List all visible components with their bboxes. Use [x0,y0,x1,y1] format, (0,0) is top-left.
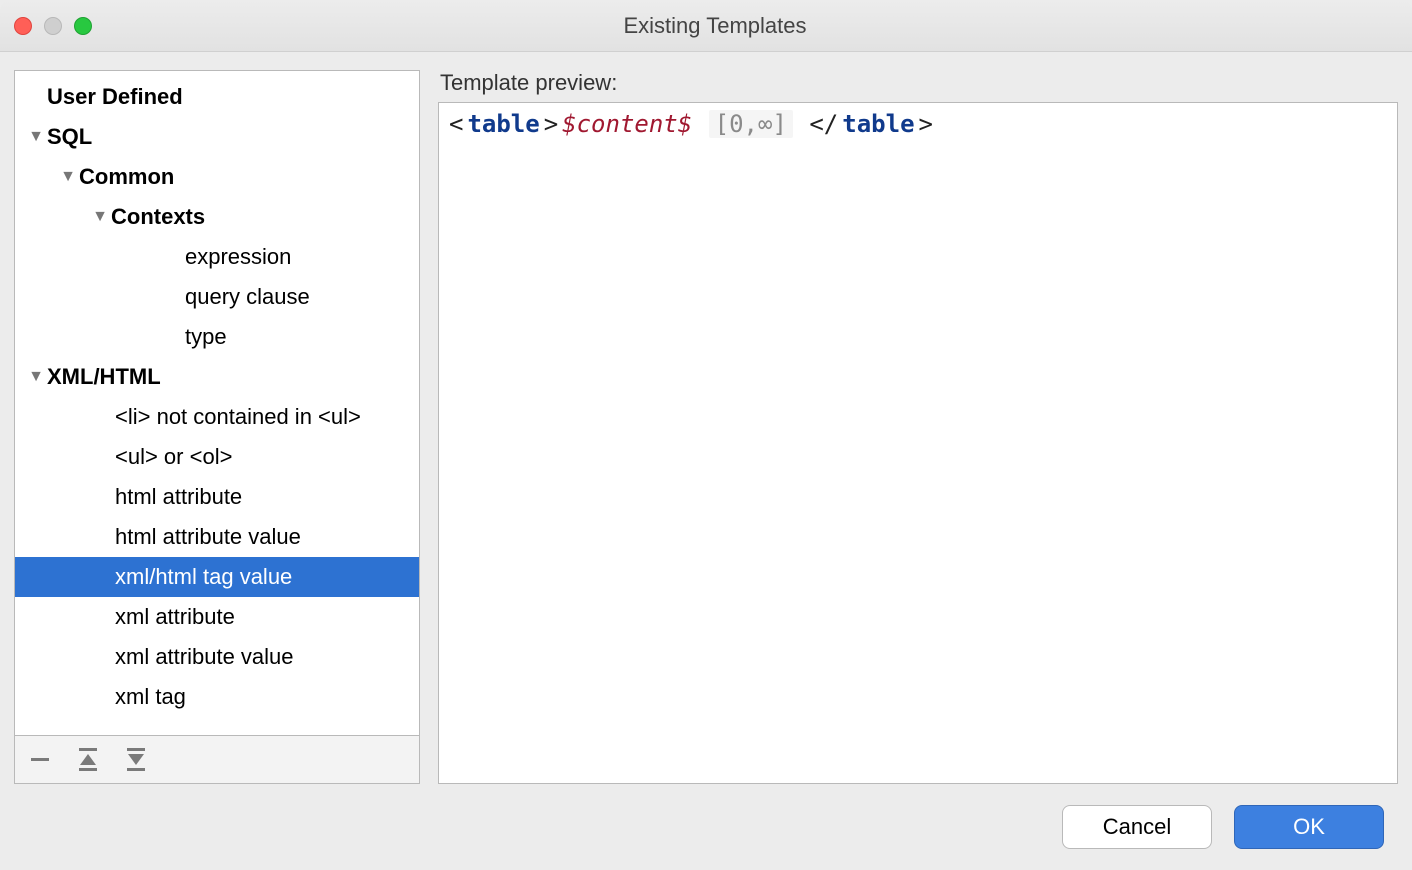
tree-label: xml attribute value [115,644,294,670]
remove-icon[interactable] [29,749,51,771]
expand-all-icon[interactable] [77,748,99,772]
tree-item-ul-or-ol[interactable]: <ul> or <ol> [15,437,419,477]
tree-label: expression [185,244,291,270]
tree-label: html attribute [115,484,242,510]
chevron-down-icon[interactable]: ▼ [25,368,47,386]
tree-item-xml-tag[interactable]: xml tag [15,677,419,717]
tree-item-expression[interactable]: expression [15,237,419,277]
dialog-footer: Cancel OK [0,784,1412,870]
tree-item-sql[interactable]: ▼ SQL [15,117,419,157]
tree-item-html-attribute[interactable]: html attribute [15,477,419,517]
tree-label: Common [79,164,174,190]
tree-item-user-defined[interactable]: User Defined [15,77,419,117]
preview-label: Template preview: [438,70,1398,96]
tree-label: html attribute value [115,524,301,550]
template-tree[interactable]: User Defined ▼ SQL ▼ Common ▼ Contexts [14,70,420,736]
chevron-down-icon[interactable]: ▼ [57,168,79,186]
chevron-down-icon[interactable]: ▼ [25,128,47,146]
tree-item-query-clause[interactable]: query clause [15,277,419,317]
preview-variable: $content$ [560,110,694,138]
tree-item-xmlhtml[interactable]: ▼ XML/HTML [15,357,419,397]
tree-label: Contexts [111,204,205,230]
preview-box: <table>$content$ [0,∞] </table> [438,102,1398,784]
dialog-window: Existing Templates User Defined ▼ SQL ▼ [0,0,1412,870]
tree-item-xml-attribute-value[interactable]: xml attribute value [15,637,419,677]
tree-item-xml-attribute[interactable]: xml attribute [15,597,419,637]
preview-open-tag: table [465,110,541,138]
tree-label: query clause [185,284,310,310]
tree-label: xml attribute [115,604,235,630]
preview-close-tag: table [840,110,916,138]
dialog-content: User Defined ▼ SQL ▼ Common ▼ Contexts [0,52,1412,784]
tree-label: User Defined [47,84,183,110]
tree-item-li-not-in-ul[interactable]: <li> not contained in <ul> [15,397,419,437]
tree-label: xml tag [115,684,186,710]
tree-label: type [185,324,227,350]
preview-range: [0,∞] [709,110,793,138]
tree-root: User Defined ▼ SQL ▼ Common ▼ Contexts [15,71,419,723]
tree-label: <li> not contained in <ul> [115,404,361,430]
tree-toolbar [14,736,420,784]
tree-item-xml-html-tag-value[interactable]: xml/html tag value [15,557,419,597]
tree-item-common[interactable]: ▼ Common [15,157,419,197]
titlebar: Existing Templates [0,0,1412,52]
collapse-all-icon[interactable] [125,748,147,772]
tree-label: XML/HTML [47,364,161,390]
tree-label: <ul> or <ol> [115,444,232,470]
tree-item-contexts[interactable]: ▼ Contexts [15,197,419,237]
cancel-button[interactable]: Cancel [1062,805,1212,849]
left-panel: User Defined ▼ SQL ▼ Common ▼ Contexts [14,70,420,784]
preview-close-angle: > [542,110,560,138]
ok-button[interactable]: OK [1234,805,1384,849]
window-title: Existing Templates [32,13,1398,39]
preview-close-open: </ [807,110,840,138]
close-window-button[interactable] [14,17,32,35]
tree-item-type[interactable]: type [15,317,419,357]
tree-label: xml/html tag value [115,564,292,590]
preview-end-angle: > [917,110,935,138]
tree-item-html-attribute-value[interactable]: html attribute value [15,517,419,557]
chevron-down-icon[interactable]: ▼ [89,208,111,226]
tree-label: SQL [47,124,92,150]
right-panel: Template preview: <table>$content$ [0,∞]… [438,70,1398,784]
preview-open-angle: < [447,110,465,138]
